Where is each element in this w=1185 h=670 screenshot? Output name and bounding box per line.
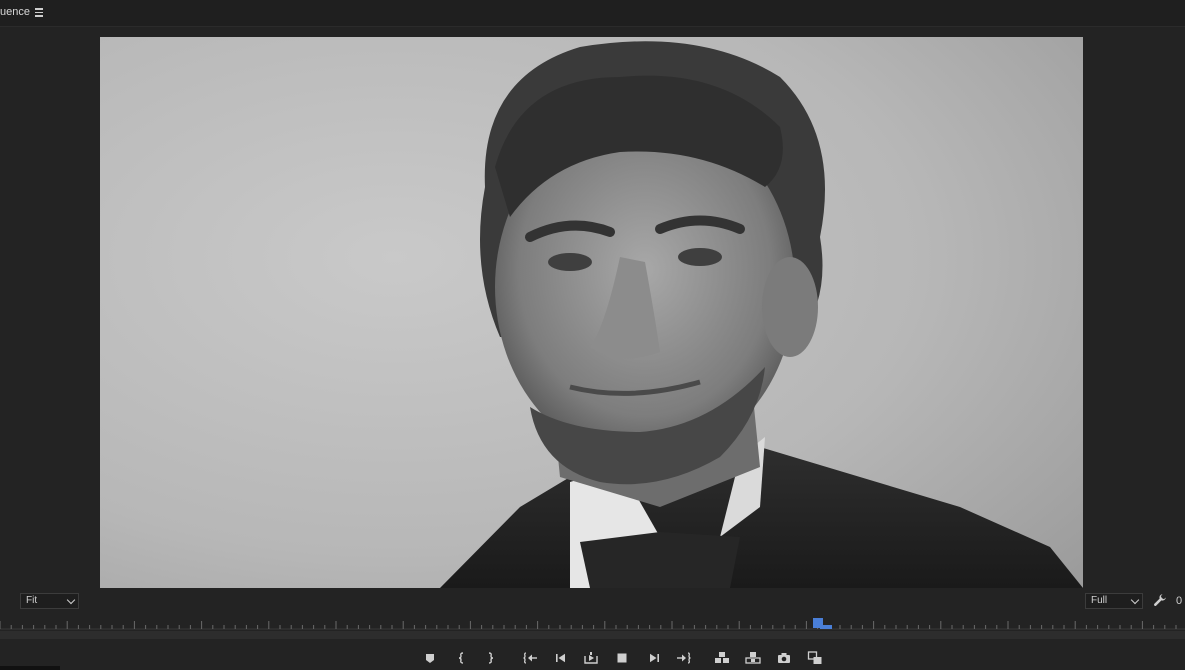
mark-in-button[interactable]: [454, 650, 470, 666]
marker-icon: [426, 654, 434, 663]
camera-icon: [778, 653, 790, 663]
step-forward-icon: [650, 653, 659, 663]
stop-icon: [617, 653, 627, 663]
panel-header: uence: [0, 0, 1185, 27]
program-monitor-panel: uence Fit Full 0: [0, 0, 1185, 670]
transport-controls: [0, 646, 1185, 670]
go-to-out-button[interactable]: [676, 650, 692, 666]
overwrite-icon: [745, 652, 761, 664]
chevron-down-icon: [1130, 595, 1140, 605]
mark-out-button[interactable]: [482, 650, 498, 666]
stop-button[interactable]: [614, 650, 630, 666]
playback-resolution-value: Full: [1091, 595, 1108, 606]
chevron-down-icon: [66, 595, 76, 605]
export-frame-button[interactable]: [776, 650, 792, 666]
go-to-in-icon: [523, 652, 537, 664]
hamburger-menu-icon[interactable]: [34, 5, 46, 19]
play-in-to-out-button[interactable]: [583, 650, 599, 666]
playhead-handle[interactable]: [813, 618, 823, 628]
zoom-level-value: Fit: [26, 595, 38, 606]
go-to-out-icon: [677, 652, 691, 664]
add-marker-button[interactable]: [422, 650, 438, 666]
overwrite-button[interactable]: [745, 650, 761, 666]
time-ruler[interactable]: [0, 616, 1185, 630]
timecode-display[interactable]: 0: [1176, 595, 1182, 607]
insert-button[interactable]: [714, 650, 730, 666]
panel-title[interactable]: uence: [0, 6, 30, 18]
step-forward-button[interactable]: [646, 650, 662, 666]
compare-view-button[interactable]: [807, 650, 823, 666]
mark-out-icon: [488, 652, 494, 664]
insert-icon: [715, 652, 729, 663]
panel-tab-edge: [0, 666, 60, 670]
playback-resolution-select[interactable]: Full: [1085, 593, 1143, 609]
go-to-in-button[interactable]: [522, 650, 538, 666]
zoom-scrollbar[interactable]: [0, 631, 1185, 639]
video-preview: [100, 37, 1083, 588]
compare-icon: [807, 651, 822, 664]
portrait-photo: [100, 37, 1083, 588]
step-back-button[interactable]: [553, 650, 569, 666]
zoom-level-select[interactable]: Fit: [20, 593, 79, 609]
wrench-icon[interactable]: [1153, 593, 1167, 607]
loop-icon: [584, 652, 598, 664]
mark-in-icon: [458, 652, 464, 664]
step-back-icon: [556, 653, 565, 663]
